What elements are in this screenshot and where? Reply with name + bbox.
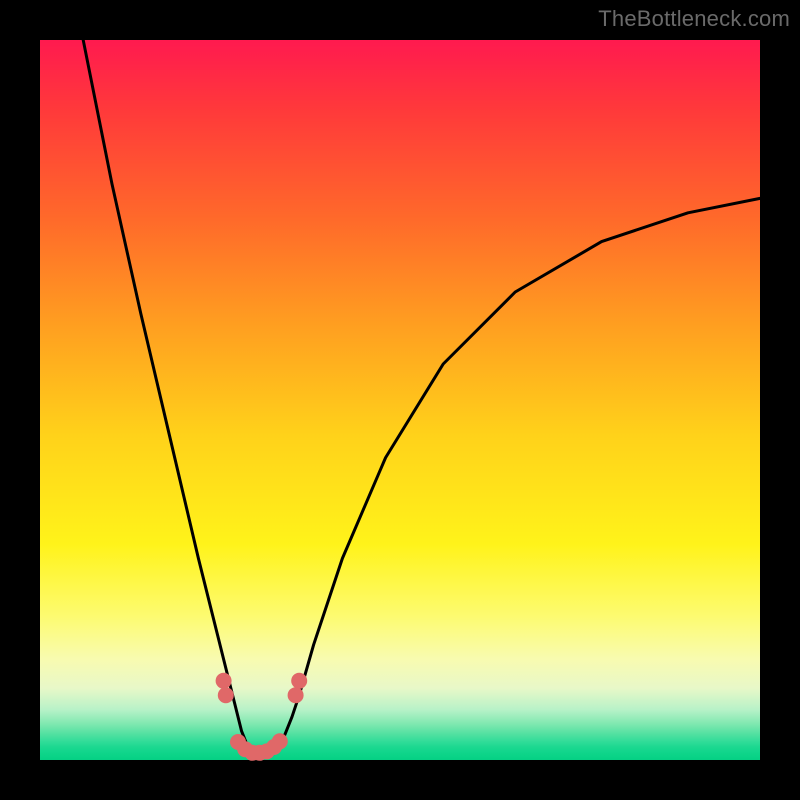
plot-area — [40, 40, 760, 760]
curve-layer — [40, 40, 760, 760]
watermark-text: TheBottleneck.com — [598, 6, 790, 32]
marker-dot — [272, 733, 288, 749]
marker-dot — [288, 687, 304, 703]
marker-dot — [216, 673, 232, 689]
marker-dot — [218, 687, 234, 703]
marker-dot — [291, 673, 307, 689]
bottleneck-curve — [83, 40, 760, 756]
chart-frame: TheBottleneck.com — [0, 0, 800, 800]
